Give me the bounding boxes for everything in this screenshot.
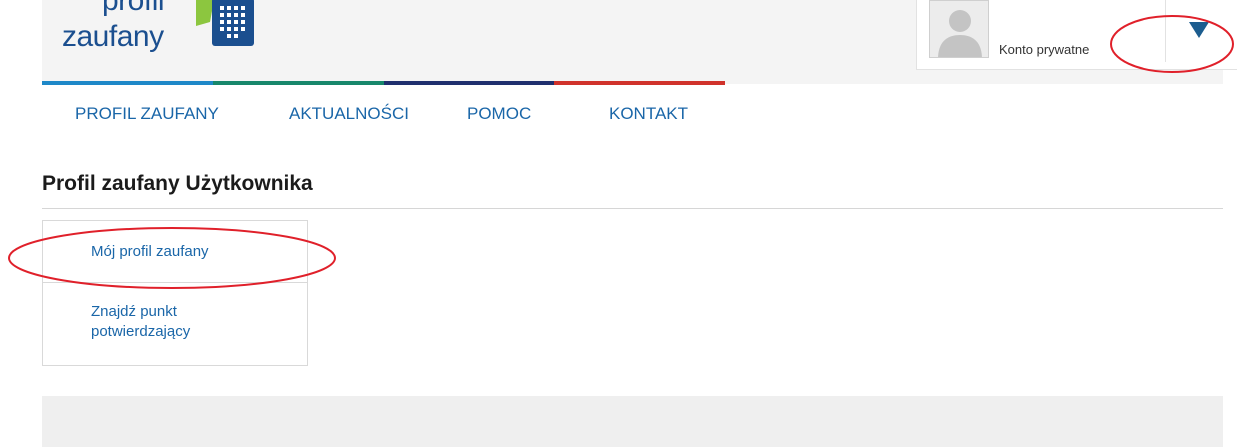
triangle-down-icon bbox=[1189, 22, 1209, 38]
side-menu: Mój profil zaufany Znajdź punkt potwierd… bbox=[42, 220, 308, 366]
logo-text-zaufany: zaufany bbox=[62, 20, 164, 53]
account-dropdown-button[interactable] bbox=[1166, 0, 1237, 60]
account-panel: Konto prywatne bbox=[916, 0, 1237, 70]
stripe-green bbox=[212, 81, 384, 85]
page-title: Profil zaufany Użytkownika bbox=[42, 172, 313, 195]
side-menu-item-moj-profil[interactable]: Mój profil zaufany bbox=[43, 221, 307, 283]
nav-kontakt[interactable]: KONTAKT bbox=[609, 104, 688, 124]
nav-profil-zaufany[interactable]: PROFIL ZAUFANY bbox=[75, 104, 219, 124]
logo-emblem-icon bbox=[196, 0, 254, 46]
title-divider bbox=[42, 208, 1223, 209]
account-type-label: Konto prywatne bbox=[999, 42, 1090, 57]
side-menu-item-znajdz-punkt[interactable]: Znajdź punkt potwierdzający bbox=[43, 283, 253, 365]
nav-pomoc[interactable]: POMOC bbox=[467, 104, 531, 124]
nav-aktualnosci[interactable]: AKTUALNOŚCI bbox=[289, 104, 409, 124]
footer-band bbox=[42, 396, 1223, 447]
logo-text-profil: profil bbox=[102, 0, 165, 17]
stripe-blue bbox=[42, 81, 213, 85]
brand-color-stripe bbox=[42, 81, 725, 85]
main-nav: PROFIL ZAUFANY AKTUALNOŚCI POMOC KONTAKT bbox=[0, 100, 800, 132]
user-silhouette-icon bbox=[929, 0, 989, 58]
profil-zaufany-logo[interactable]: profil zaufany bbox=[62, 0, 262, 60]
stripe-navy bbox=[383, 81, 555, 85]
stripe-red bbox=[554, 81, 725, 85]
